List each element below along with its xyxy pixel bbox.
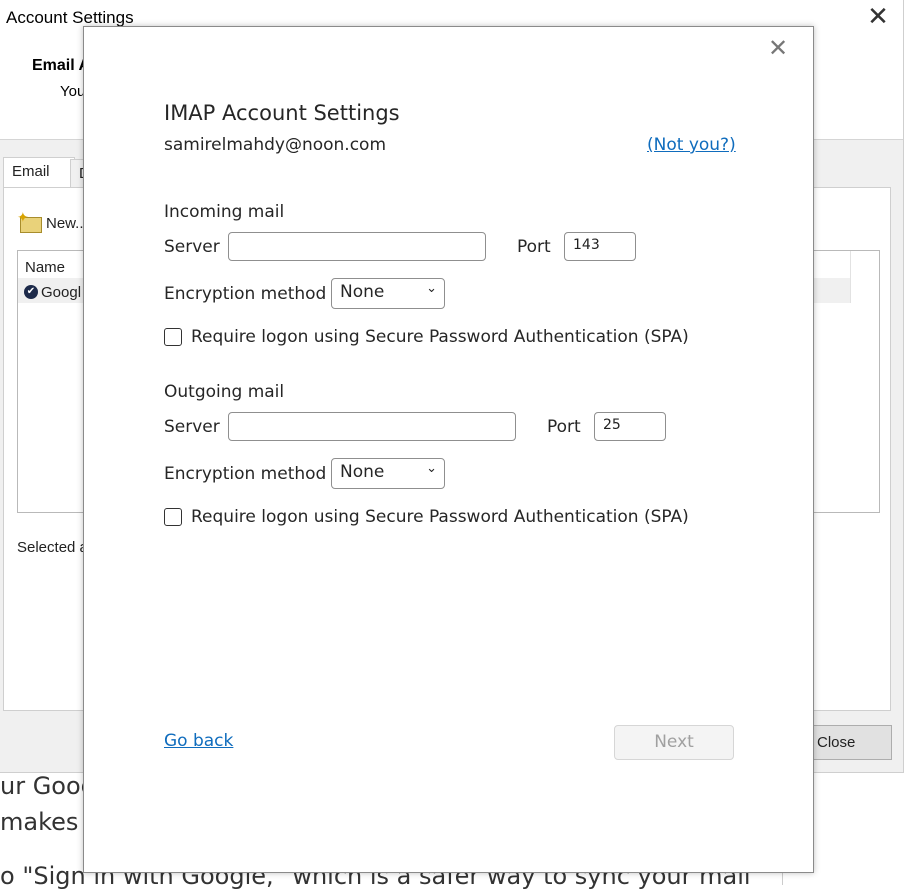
incoming-port-input[interactable]: 143: [564, 232, 636, 261]
chevron-down-icon: ⌄: [426, 281, 437, 296]
account-settings-subheading: You: [60, 83, 86, 100]
outgoing-encryption-select[interactable]: None ⌄: [331, 458, 445, 489]
incoming-server-label: Server: [164, 237, 220, 257]
column-header-name[interactable]: Name: [25, 259, 65, 276]
tab-email[interactable]: Email: [3, 157, 75, 188]
next-button[interactable]: Next: [614, 725, 734, 760]
incoming-encryption-select[interactable]: None ⌄: [331, 278, 445, 309]
column-divider: [850, 251, 851, 303]
not-you-link[interactable]: (Not you?): [647, 135, 736, 155]
window-title: Account Settings: [6, 8, 134, 27]
outgoing-encryption-label: Encryption method: [164, 464, 327, 484]
outgoing-server-label: Server: [164, 417, 220, 437]
outgoing-encryption-value: None: [340, 462, 385, 482]
go-back-link[interactable]: Go back: [164, 731, 233, 751]
incoming-encryption-label: Encryption method: [164, 284, 327, 304]
new-mail-icon: ✦: [17, 209, 42, 235]
incoming-spa-label: Require logon using Secure Password Auth…: [191, 327, 689, 347]
account-name[interactable]: Googl: [41, 284, 81, 301]
background-text-line-2: makes: [0, 808, 79, 836]
outgoing-spa-label: Require logon using Secure Password Auth…: [191, 507, 689, 527]
incoming-mail-heading: Incoming mail: [164, 202, 285, 222]
outgoing-port-input[interactable]: 25: [594, 412, 666, 441]
imap-settings-dialog: ✕ IMAP Account Settings samirelmahdy@noo…: [83, 26, 814, 873]
account-email: samirelmahdy@noon.com: [164, 135, 387, 155]
outgoing-port-label: Port: [547, 417, 581, 437]
new-account-button[interactable]: ✦ New...: [17, 209, 88, 235]
dialog-title: IMAP Account Settings: [164, 101, 400, 125]
outgoing-spa-checkbox[interactable]: [164, 508, 182, 526]
dialog-close-icon[interactable]: ✕: [766, 37, 790, 61]
new-account-label: New...: [46, 214, 88, 232]
outgoing-server-input[interactable]: [228, 412, 516, 441]
window-close-icon[interactable]: ✕: [866, 3, 890, 29]
account-settings-heading: Email A: [32, 57, 91, 74]
incoming-encryption-value: None: [340, 282, 385, 302]
default-account-check-icon: ✔: [24, 285, 38, 299]
incoming-server-input[interactable]: [228, 232, 486, 261]
incoming-spa-checkbox[interactable]: [164, 328, 182, 346]
selected-account-text: Selected a: [17, 539, 88, 556]
chevron-down-icon: ⌄: [426, 461, 437, 476]
incoming-port-label: Port: [517, 237, 551, 257]
background-text-line-1: ur Goog: [0, 772, 96, 800]
outgoing-mail-heading: Outgoing mail: [164, 382, 285, 402]
